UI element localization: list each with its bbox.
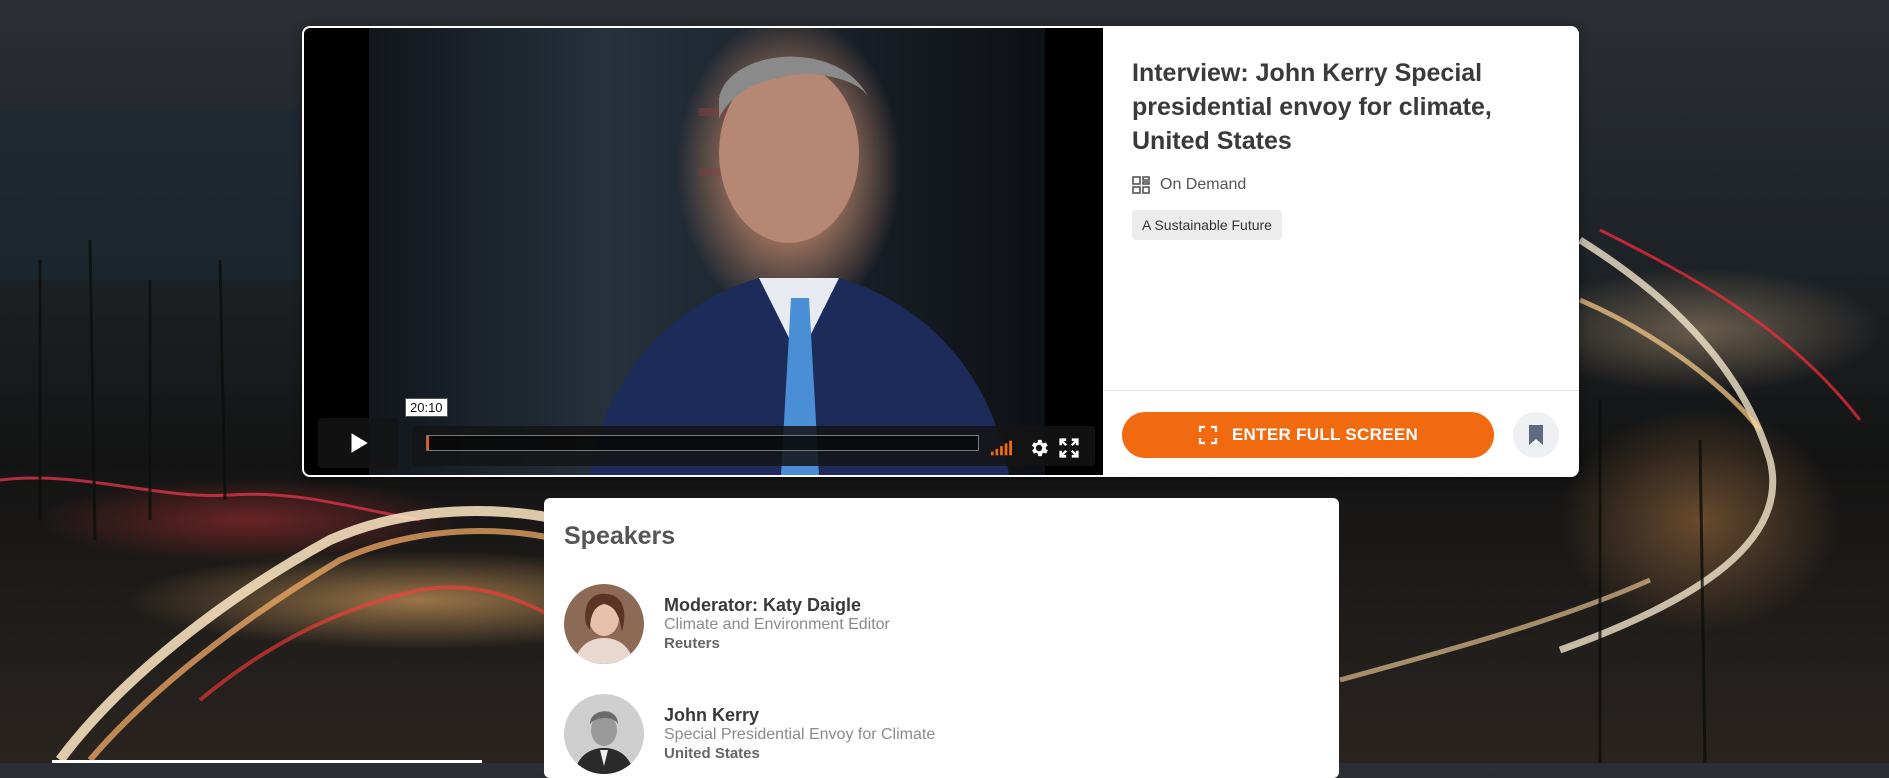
expand-icon	[1198, 425, 1218, 445]
divider	[1103, 390, 1579, 391]
speakers-panel: Speakers Moderator: Katy Daigle Climate …	[544, 498, 1339, 778]
on-demand-icon	[1132, 176, 1150, 194]
time-tooltip: 20:10	[405, 398, 448, 417]
bookmark-icon	[1527, 424, 1545, 446]
progress-bar[interactable]	[426, 435, 979, 451]
format-label: On Demand	[1160, 176, 1247, 193]
fullscreen-icon[interactable]	[1058, 437, 1080, 459]
format-row: On Demand	[1132, 176, 1552, 194]
play-button[interactable]	[318, 418, 398, 468]
speaker-role: Special Presidential Envoy for Climate	[664, 726, 936, 743]
session-title: Interview: John Kerry Special presidenti…	[1132, 59, 1492, 155]
speaker-item[interactable]: John Kerry Special Presidential Envoy fo…	[564, 694, 1264, 776]
bookmark-button[interactable]	[1513, 412, 1559, 458]
session-info: Interview: John Kerry Special presidenti…	[1132, 56, 1552, 240]
volume-bars-icon[interactable]	[990, 437, 1012, 459]
progress-fill	[427, 436, 430, 450]
speaker-org: United States	[664, 745, 760, 762]
video-player[interactable]: 20:10	[304, 28, 1103, 475]
video-controls: 20:10	[318, 398, 1095, 468]
avatar	[564, 694, 644, 774]
topic-tag[interactable]: A Sustainable Future	[1132, 210, 1282, 240]
enter-full-screen-label: ENTER FULL SCREEN	[1231, 425, 1419, 444]
speaker-item[interactable]: Moderator: Katy Daigle Climate and Envir…	[564, 584, 1264, 666]
video-frame	[369, 28, 1045, 475]
speaker-name: John Kerry	[664, 705, 760, 725]
play-icon	[345, 430, 371, 456]
gear-icon[interactable]	[1028, 437, 1050, 459]
speaker-name: Moderator: Katy Daigle	[664, 595, 862, 615]
avatar	[564, 584, 644, 664]
enter-full-screen-button[interactable]: ENTER FULL SCREEN	[1122, 412, 1494, 458]
speaker-role: Climate and Environment Editor	[664, 616, 890, 633]
speakers-heading: Speakers	[564, 522, 676, 550]
control-bar	[412, 426, 1095, 466]
session-card: 20:10 Interview: John Kerry Special pres…	[302, 26, 1579, 477]
speaker-org: Reuters	[664, 635, 720, 652]
